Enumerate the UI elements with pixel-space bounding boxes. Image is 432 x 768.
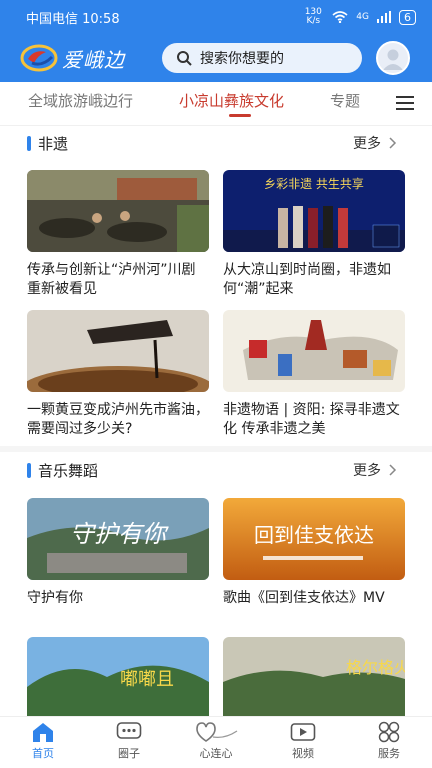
news-card[interactable]: 一颗黄豆变成泸州先市酱油，需要闯过多少关? [27,310,209,439]
video-title: 歌曲《回到佳支依达》MV [223,590,385,606]
nav-home[interactable]: 首页 [13,721,73,761]
section-header-intangible-heritage: 非遗 更多 [0,130,432,158]
signal-icon [377,11,391,23]
video-icon [290,723,316,741]
tab-special-topics[interactable]: 专题 [330,90,360,111]
video-card[interactable]: 回到佳支依达 歌曲《回到佳支依达》MV [223,498,405,608]
more-link[interactable]: 更多 [353,460,397,480]
section-header-music-dance: 音乐舞蹈 更多 [0,457,432,485]
news-title: 非遗物语 | 资阳: 探寻非遗文化 传承非遗之美 [223,402,400,437]
news-thumbnail [27,310,209,392]
news-thumbnail [27,170,209,252]
video-thumbnail: 格尔格火 [223,637,405,716]
news-card[interactable]: 非遗物语 | 资阳: 探寻非遗文化 传承非遗之美 [223,310,405,439]
thumbnail-overlay-text: 嘟嘟且 [120,669,174,690]
app-logo[interactable]: 爱峨边 [20,43,152,73]
nav-services[interactable]: 服务 [359,721,419,761]
search-placeholder: 搜索你想要的 [200,51,284,67]
section-divider [0,446,432,452]
section-accent-bar [27,463,31,478]
carrier-time: 中国电信 10:58 [26,11,120,27]
news-thumbnail [223,310,405,392]
nav-home-label: 首页 [32,747,54,760]
wifi-icon [332,11,348,23]
avatar[interactable] [376,41,410,75]
network-speed: 130 K/s [304,7,322,26]
thumbnail-overlay-text: 回到佳支依达 [254,523,374,547]
home-icon [33,723,53,742]
chevron-right-icon [389,464,397,476]
app-header: 爱峨边 搜索你想要的 [0,34,432,82]
chevron-right-icon [389,137,397,149]
battery-indicator: 6 [399,9,416,25]
logo-text: 爱峨边 [62,47,125,72]
nav-heart-connect[interactable]: 心连心 [186,721,246,761]
video-card[interactable]: 格尔格火 [223,637,405,716]
chat-icon [116,722,142,739]
section-title: 音乐舞蹈 [38,462,99,480]
nav-circle[interactable]: 圈子 [99,721,159,761]
more-link[interactable]: 更多 [353,133,397,153]
news-title: 从大凉山到时尚圈，非遗如何“潮”起来 [223,262,391,297]
thumbnail-overlay-text: 格尔格火 [346,658,405,677]
video-card[interactable]: 守护有你 守护有你 [27,498,209,608]
category-tabs: 全域旅游峨边行 小凉山彝族文化 专题 [0,82,432,126]
news-card[interactable]: 乡彩非遗 共生共享 从大凉山到时尚圈，非遗如何“潮”起来 [223,170,405,299]
more-label: 更多 [353,136,381,152]
logo-mark-icon [20,43,58,73]
news-card[interactable]: 传承与创新让“泸州河”川剧重新被看见 [27,170,209,299]
signal-label: 4G [356,12,369,22]
nav-video-label: 视频 [292,747,314,760]
heart-icon [196,722,238,742]
thumbnail-overlay-text: 守护有你 [70,520,169,548]
video-thumbnail: 守护有你 [27,498,209,580]
tab-all-region-travel[interactable]: 全域旅游峨边行 [28,90,133,111]
user-icon [383,49,403,70]
news-thumbnail: 乡彩非遗 共生共享 [223,170,405,252]
video-thumbnail: 回到佳支依达 [223,498,405,580]
active-tab-indicator [229,114,251,117]
nav-video[interactable]: 视频 [273,721,333,761]
status-bar: 中国电信 10:58 130 K/s 4G 6 [0,0,432,34]
tab-yi-culture[interactable]: 小凉山彝族文化 [179,90,284,111]
video-thumbnail: 嘟嘟且 [27,637,209,716]
section-title: 非遗 [38,135,69,153]
bottom-nav: 首页 圈子 心连心 视频 服务 [0,716,432,768]
search-icon [177,51,192,66]
video-title: 守护有你 [27,590,83,606]
nav-circle-label: 圈子 [118,747,140,760]
services-icon [378,721,400,743]
search-bar[interactable]: 搜索你想要的 [162,43,362,73]
thumbnail-overlay-text: 乡彩非遗 共生共享 [264,176,364,191]
menu-icon[interactable] [396,96,414,110]
news-title: 传承与创新让“泸州河”川剧重新被看见 [27,262,196,297]
video-card[interactable]: 嘟嘟且 [27,637,209,716]
section-accent-bar [27,136,31,151]
nav-heart-connect-label: 心连心 [199,747,233,760]
more-label: 更多 [353,463,381,479]
news-title: 一颗黄豆变成泸州先市酱油，需要闯过多少关? [27,402,209,437]
nav-services-label: 服务 [378,747,400,760]
